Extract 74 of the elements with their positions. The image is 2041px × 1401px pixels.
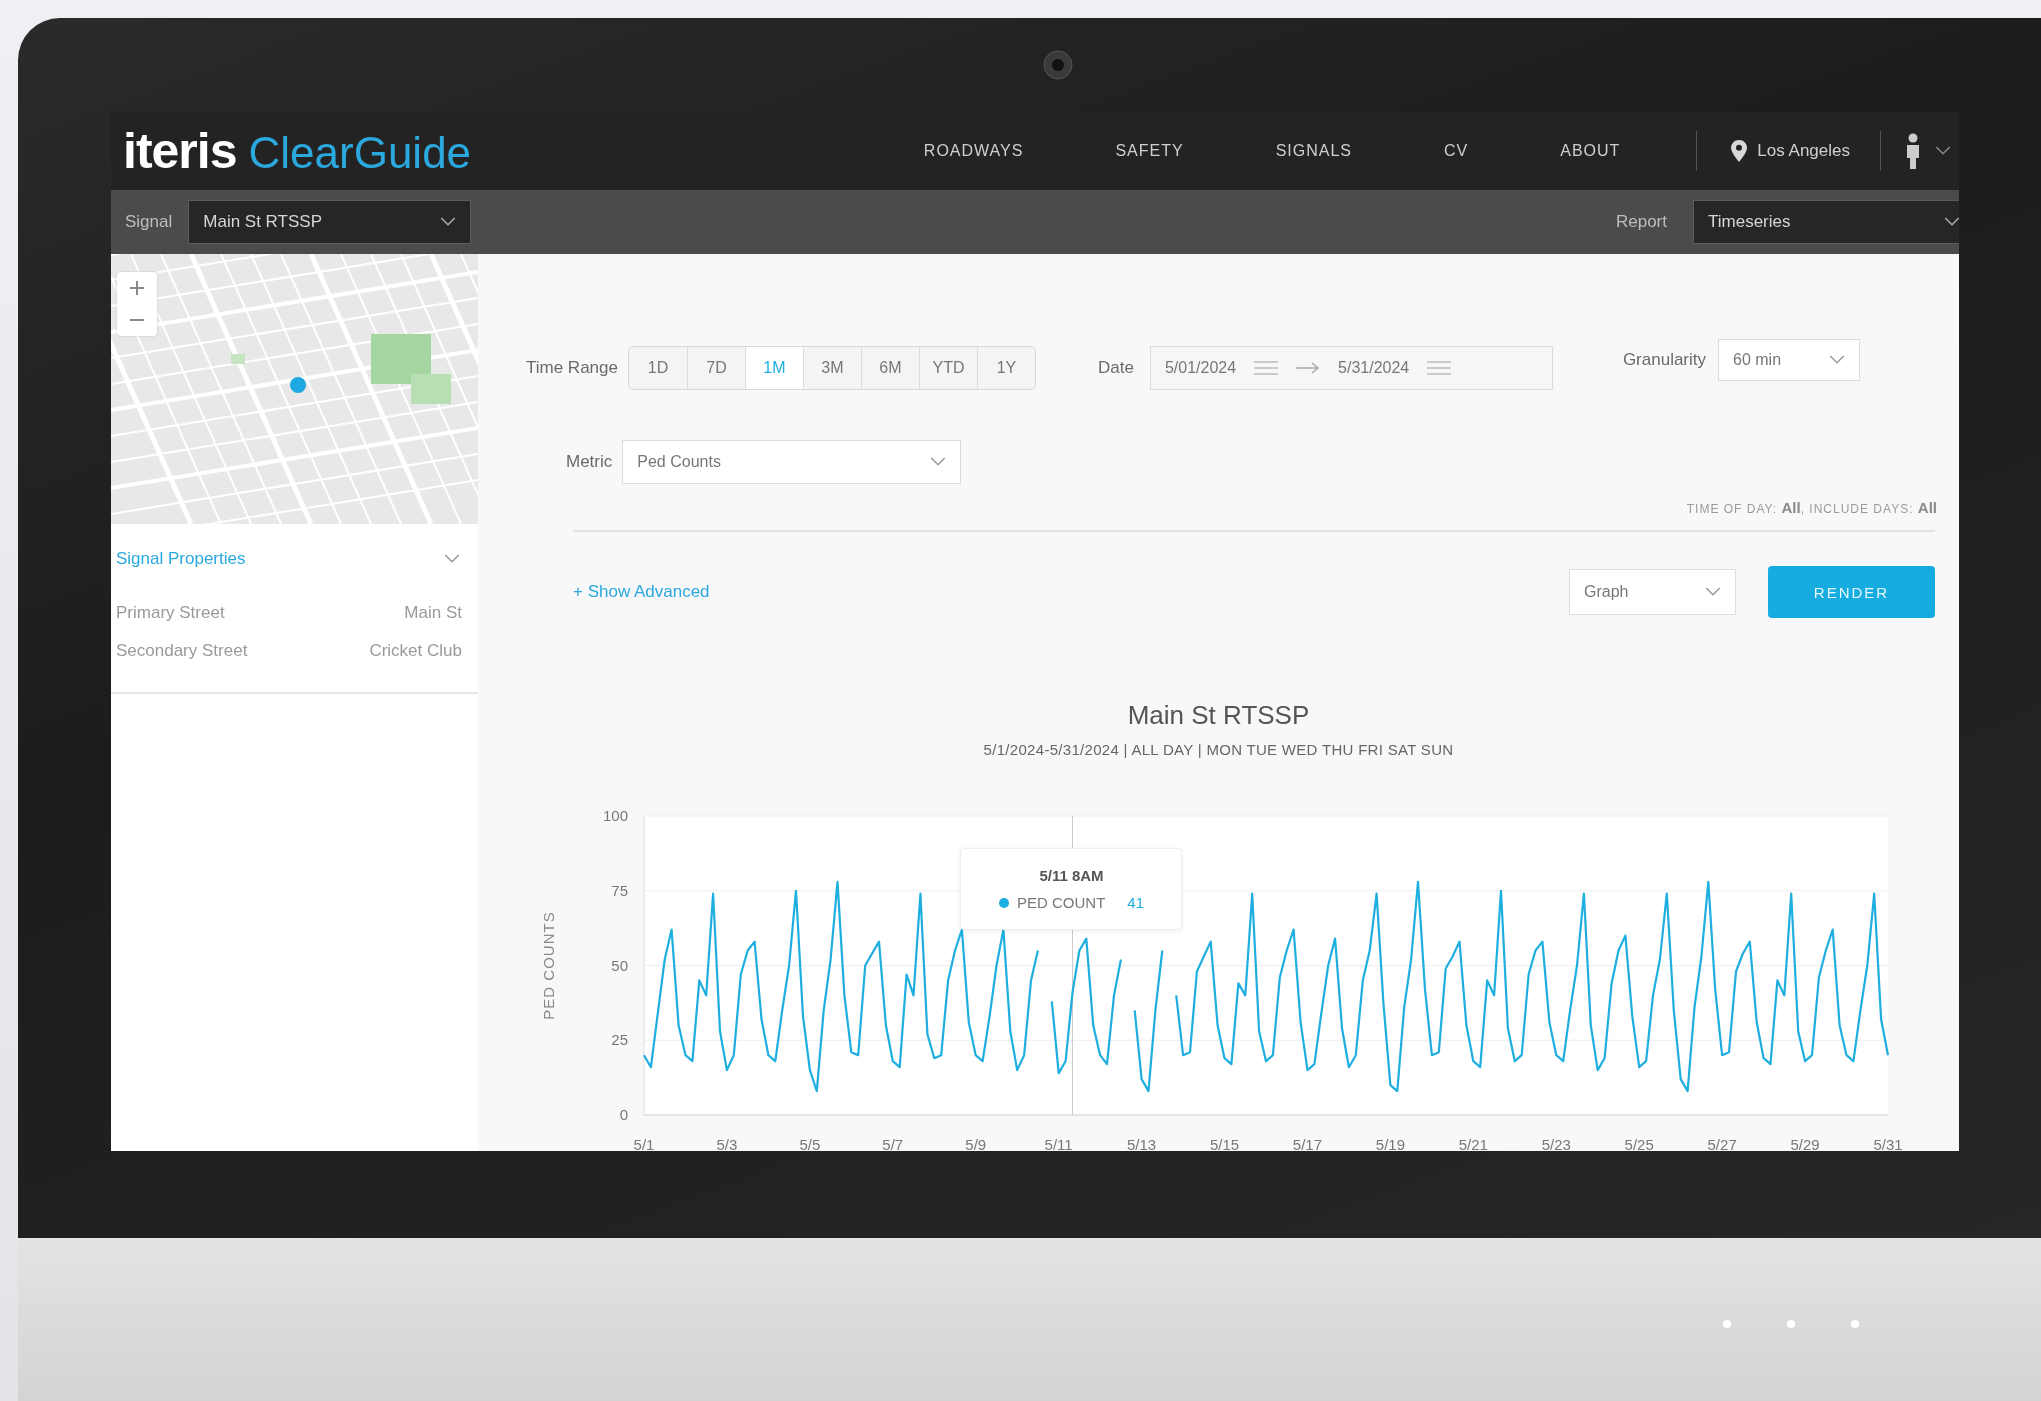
- property-name: Primary Street: [116, 603, 225, 623]
- x-tick-label: 5/11: [1044, 1136, 1073, 1151]
- time-range-option[interactable]: 6M: [860, 347, 919, 389]
- report-label: Report: [1615, 212, 1667, 232]
- x-tick-label: 5/15: [1209, 1136, 1240, 1151]
- nav-link[interactable]: SIGNALS: [1229, 142, 1398, 160]
- location-marker-icon[interactable]: [289, 376, 307, 394]
- time-range-option[interactable]: 7D: [686, 347, 745, 389]
- person-icon[interactable]: [1905, 133, 1921, 169]
- chart-subtitle: 5/1/2024-5/31/2024 | ALL DAY | MON TUE WED THU FRI SAT SUN: [982, 741, 1455, 758]
- date-label: Date: [1097, 358, 1134, 378]
- metric-dropdown[interactable]: Ped Counts: [622, 440, 962, 484]
- chevron-down-icon: [1829, 355, 1846, 365]
- chevron-down-icon: [440, 217, 457, 227]
- x-tick-label: 5/9: [965, 1136, 987, 1151]
- granularity-dropdown[interactable]: 60 min: [1718, 339, 1861, 381]
- time-range-option[interactable]: 1Y: [976, 347, 1035, 389]
- signal-properties-title[interactable]: Signal Properties: [116, 549, 246, 569]
- x-tick-label: 5/25: [1624, 1136, 1654, 1151]
- series-dot-icon: [998, 897, 1009, 908]
- report-dropdown[interactable]: Timeseries: [1693, 200, 1959, 244]
- y-axis-title: PED COUNTS: [540, 911, 557, 1020]
- camera-icon: [1042, 50, 1073, 80]
- property-name: Secondary Street: [116, 641, 248, 661]
- view-dropdown[interactable]: Graph: [1569, 569, 1736, 615]
- time-range-label: Time Range: [526, 358, 618, 378]
- x-tick-label: 5/5: [799, 1136, 821, 1151]
- x-tick-label: 5/27: [1707, 1136, 1737, 1151]
- x-tick-label: 5/7: [882, 1136, 904, 1151]
- time-range-option[interactable]: 3M: [802, 347, 861, 389]
- x-tick-label: 5/21: [1458, 1136, 1488, 1151]
- tooltip-value: 41: [1127, 894, 1144, 911]
- x-tick-label: 5/3: [716, 1136, 738, 1151]
- filter-summary: TIME OF DAY: All, INCLUDE DAYS: All: [1686, 502, 1937, 516]
- y-tick-label: 75: [611, 881, 628, 899]
- tooltip-series: PED COUNT: [1016, 894, 1106, 911]
- show-advanced-link[interactable]: + Show Advanced: [573, 582, 710, 602]
- nav-link[interactable]: CV: [1398, 142, 1515, 160]
- tooltip-title: 5/11 8AM: [1039, 867, 1104, 884]
- x-tick-label: 5/29: [1790, 1136, 1820, 1151]
- time-range-option[interactable]: 1D: [628, 347, 687, 389]
- location-label[interactable]: Los Angeles: [1757, 141, 1850, 161]
- property-value: Cricket Club: [369, 641, 462, 661]
- property-value: Main St: [404, 603, 462, 623]
- x-tick-label: 5/19: [1375, 1136, 1405, 1151]
- metric-label: Metric: [566, 452, 613, 472]
- nav-link[interactable]: ABOUT: [1514, 142, 1667, 160]
- location-pin-icon: [1731, 140, 1748, 162]
- signal-dropdown[interactable]: Main St RTSSP: [188, 200, 472, 244]
- logo-wordmark: iteris: [123, 122, 237, 180]
- product-wordmark: ClearGuide: [248, 128, 472, 178]
- x-tick-label: 5/13: [1127, 1136, 1157, 1151]
- x-tick-label: 5/17: [1292, 1136, 1323, 1151]
- time-range-option[interactable]: 1M: [744, 347, 803, 389]
- granularity-label: Granularity: [1622, 350, 1707, 370]
- x-tick-label: 5/31: [1873, 1136, 1903, 1151]
- x-tick-label: 5/23: [1541, 1136, 1571, 1151]
- chart-title: Main St RTSSP: [1126, 700, 1311, 731]
- chevron-down-icon: [1944, 217, 1959, 227]
- nav-link[interactable]: ROADWAYS: [877, 142, 1070, 160]
- chevron-down-icon: [930, 457, 947, 467]
- signal-label: Signal: [125, 212, 173, 232]
- y-tick-label: 0: [619, 1106, 628, 1123]
- chevron-down-icon: [1705, 587, 1721, 597]
- y-tick-label: 100: [602, 807, 628, 824]
- time-range-option[interactable]: YTD: [918, 347, 977, 389]
- arrow-right-icon: [1296, 362, 1321, 374]
- nav-link[interactable]: SAFETY: [1069, 142, 1230, 160]
- chevron-down-icon: [444, 554, 460, 564]
- render-button[interactable]: RENDER: [1768, 566, 1935, 618]
- y-tick-label: 50: [611, 956, 628, 974]
- x-tick-label: 5/1: [633, 1136, 655, 1151]
- chevron-down-icon: [1935, 146, 1951, 156]
- y-tick-label: 25: [611, 1031, 628, 1049]
